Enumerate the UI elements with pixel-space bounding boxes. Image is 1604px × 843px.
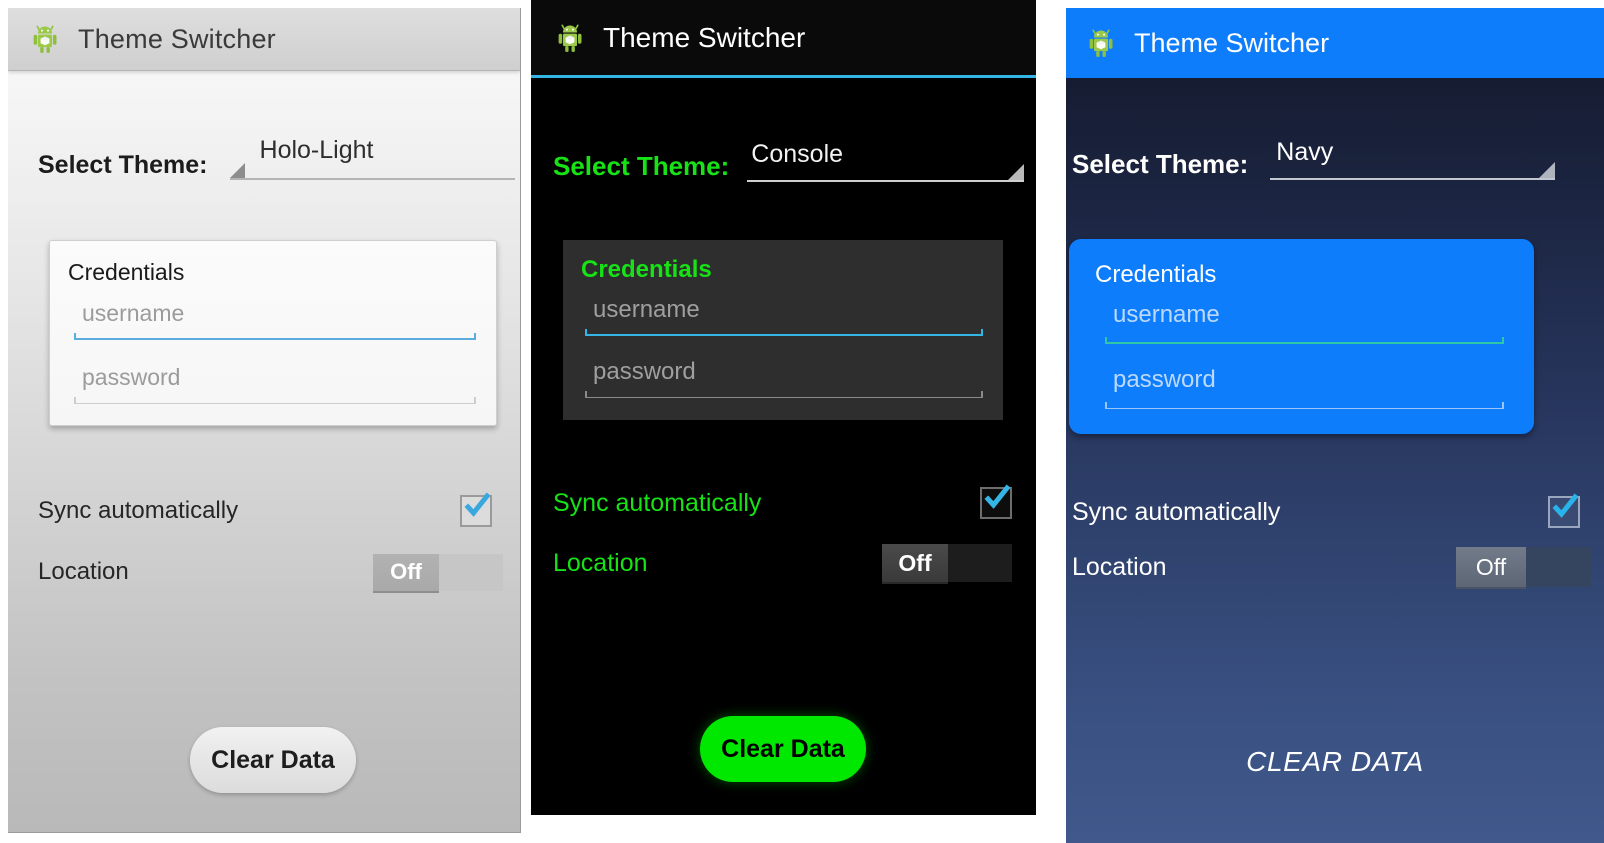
password-placeholder: password bbox=[1113, 366, 1216, 393]
spinner-arrow-icon bbox=[229, 163, 245, 178]
android-robot-icon bbox=[30, 22, 64, 56]
username-underline-focused bbox=[74, 333, 476, 340]
sync-row-holo-light[interactable]: Sync automatically bbox=[8, 492, 520, 528]
location-toggle[interactable]: Off bbox=[882, 544, 1012, 584]
panel-console: Theme Switcher Select Theme: Console Cre… bbox=[531, 0, 1036, 815]
location-row-holo-light[interactable]: Location Off bbox=[8, 552, 520, 593]
sync-checkbox[interactable] bbox=[1548, 493, 1580, 528]
credentials-card-navy: Credentials username password bbox=[1069, 239, 1534, 434]
location-row-console[interactable]: Location Off bbox=[531, 543, 1036, 584]
location-label: Location bbox=[553, 548, 648, 577]
title-bar-console: Theme Switcher bbox=[531, 0, 1036, 78]
sync-checkbox[interactable] bbox=[460, 492, 492, 527]
clear-data-button[interactable]: Clear Data bbox=[700, 716, 866, 782]
username-underline-focused bbox=[585, 329, 983, 336]
sync-checkbox[interactable] bbox=[980, 484, 1012, 519]
username-field[interactable]: username bbox=[1105, 299, 1504, 354]
location-row-navy[interactable]: Location Off bbox=[1066, 546, 1604, 589]
location-toggle-thumb: Off bbox=[882, 544, 948, 584]
credentials-title: Credentials bbox=[581, 256, 712, 283]
password-underline bbox=[1105, 402, 1504, 409]
password-field[interactable]: password bbox=[74, 362, 476, 414]
username-placeholder: username bbox=[82, 300, 185, 326]
app-title: Theme Switcher bbox=[603, 21, 806, 53]
panel-navy: Theme Switcher Select Theme: Navy Creden… bbox=[1066, 8, 1604, 843]
username-placeholder: username bbox=[1113, 301, 1220, 328]
password-placeholder: password bbox=[82, 364, 181, 390]
theme-spinner-holo-light[interactable]: Holo-Light bbox=[229, 136, 515, 180]
spinner-value: Console bbox=[751, 140, 844, 168]
username-field[interactable]: username bbox=[585, 294, 983, 346]
password-field[interactable]: password bbox=[585, 356, 983, 408]
password-placeholder: password bbox=[593, 358, 696, 385]
theme-switcher-comparison: Theme Switcher Select Theme: Holo-Light … bbox=[0, 0, 1604, 843]
password-underline bbox=[74, 397, 476, 404]
credentials-title: Credentials bbox=[68, 259, 185, 285]
credentials-card-holo-light: Credentials username password bbox=[49, 240, 497, 426]
clear-data-button[interactable]: CLEAR DATA bbox=[1066, 732, 1604, 792]
select-theme-row-holo-light: Select Theme: Holo-Light bbox=[8, 136, 520, 180]
location-label: Location bbox=[1072, 552, 1167, 581]
theme-spinner-console[interactable]: Console bbox=[747, 140, 1025, 182]
credentials-title: Credentials bbox=[1095, 261, 1217, 288]
select-theme-row-console: Select Theme: Console bbox=[531, 140, 1036, 182]
android-robot-icon bbox=[1086, 26, 1120, 60]
sync-label: Sync automatically bbox=[1072, 497, 1281, 526]
sync-row-navy[interactable]: Sync automatically bbox=[1066, 493, 1604, 529]
sync-row-console[interactable]: Sync automatically bbox=[531, 484, 1036, 520]
username-placeholder: username bbox=[593, 296, 700, 323]
sync-label: Sync automatically bbox=[38, 497, 239, 524]
spinner-value: Holo-Light bbox=[259, 136, 374, 164]
title-bar-navy: Theme Switcher bbox=[1066, 8, 1604, 78]
password-underline bbox=[585, 391, 983, 398]
theme-spinner-navy[interactable]: Navy bbox=[1270, 138, 1556, 180]
spinner-arrow-icon bbox=[1008, 164, 1025, 180]
panel-holo-light: Theme Switcher Select Theme: Holo-Light … bbox=[8, 8, 521, 833]
spinner-value: Navy bbox=[1276, 138, 1334, 166]
app-title: Theme Switcher bbox=[78, 23, 276, 54]
password-field[interactable]: password bbox=[1105, 364, 1504, 419]
select-theme-label: Select Theme: bbox=[1072, 149, 1249, 179]
username-field[interactable]: username bbox=[74, 298, 476, 350]
android-robot-icon bbox=[555, 21, 589, 55]
title-bar-holo-light: Theme Switcher bbox=[8, 8, 520, 71]
app-title: Theme Switcher bbox=[1134, 27, 1330, 58]
clear-data-button[interactable]: Clear Data bbox=[190, 727, 356, 793]
location-toggle[interactable]: Off bbox=[1456, 547, 1591, 589]
spinner-underline bbox=[1270, 178, 1556, 180]
location-label: Location bbox=[38, 558, 129, 585]
select-theme-row-navy: Select Theme: Navy bbox=[1066, 138, 1604, 180]
location-toggle-thumb: Off bbox=[373, 553, 439, 593]
sync-label: Sync automatically bbox=[553, 488, 762, 517]
spinner-arrow-icon bbox=[1539, 162, 1556, 178]
username-underline-focused bbox=[1105, 337, 1504, 344]
spinner-underline bbox=[229, 178, 515, 180]
location-toggle-thumb: Off bbox=[1456, 547, 1526, 589]
spinner-underline bbox=[747, 180, 1025, 182]
location-toggle[interactable]: Off bbox=[373, 553, 503, 593]
select-theme-label: Select Theme: bbox=[38, 151, 208, 179]
credentials-card-console: Credentials username password bbox=[563, 240, 1003, 420]
select-theme-label: Select Theme: bbox=[553, 151, 730, 181]
